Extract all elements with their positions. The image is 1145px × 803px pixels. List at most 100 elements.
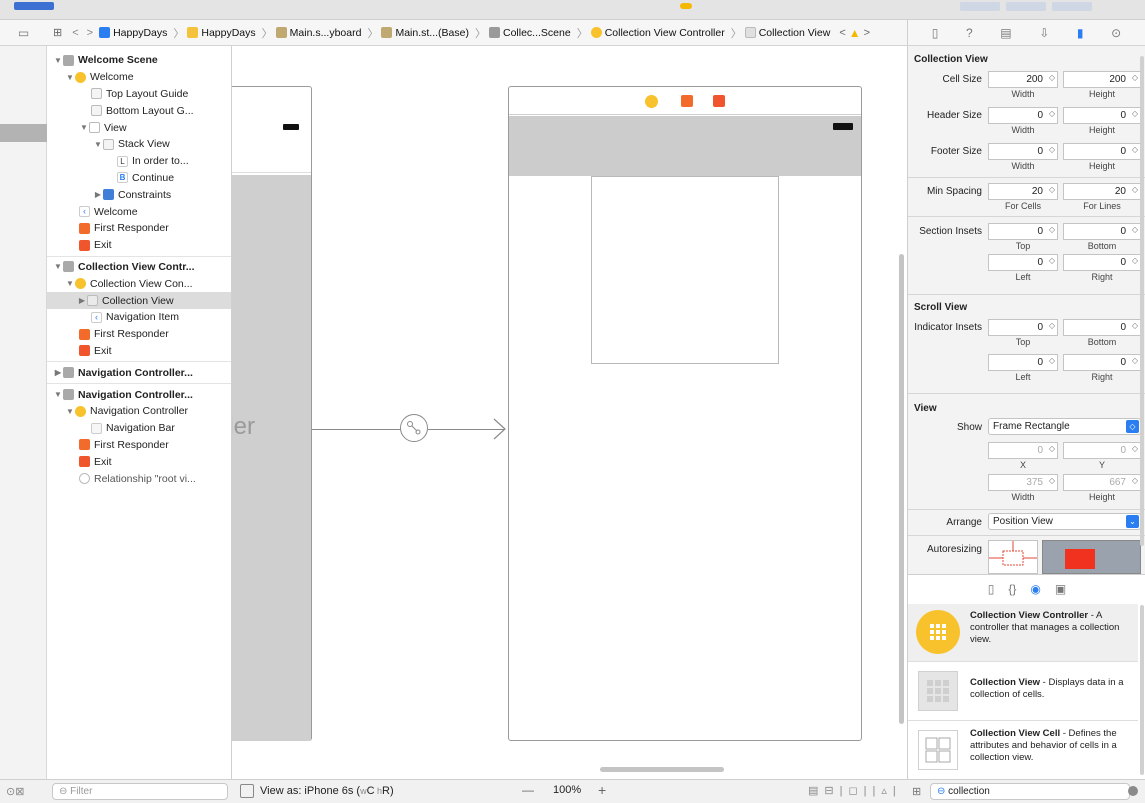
outline-item-view[interactable]: ▼ View [47,119,231,136]
crumb-folder[interactable]: HappyDays [187,27,256,39]
zoom-level[interactable]: 100% [553,784,581,796]
outline-scene-collection[interactable]: ▼ Collection View Contr... [47,259,231,276]
outline-item-nav-controller[interactable]: ▼ Navigation Controller [47,403,231,420]
frame-x-field[interactable]: 0 ◇ [988,442,1058,459]
warning-icon[interactable]: ▲ [849,26,861,40]
attributes-inspector[interactable]: Collection View Cell Size 200 ◇ 200 ◇ Widt… [907,46,1145,574]
forward-arrow-icon[interactable]: > [87,27,93,39]
clear-search-icon[interactable] [1128,786,1138,796]
outline-item-label[interactable]: L In order to... [47,153,231,170]
outline-item-first-responder[interactable]: First Responder [47,437,231,454]
indicator-inset-left-field[interactable]: 0 ◇ [988,354,1058,371]
autoresizing-mask-control[interactable] [988,540,1038,574]
identity-inspector-icon[interactable]: ▤ [1000,26,1011,40]
outline-scene-nav-1[interactable]: ▶ Navigation Controller... [47,364,231,381]
disclosure-open-icon[interactable]: ▼ [65,407,75,416]
crumb-scene[interactable]: Collec...Scene [488,27,571,39]
outline-item-welcome-vc[interactable]: ▼ Welcome [47,69,231,86]
object-library[interactable]: ▯ {} ◉ ▣ Collection View Controller - A … [907,574,1145,779]
toolbar-right-buttons[interactable] [960,2,1130,12]
header-width-field[interactable]: 0 ◇ [988,107,1058,124]
view-as-control[interactable]: View as: iPhone 6s (wC hR) [240,784,394,798]
frame-y-field[interactable]: 0 ◇ [1063,442,1141,459]
section-inset-top-field[interactable]: 0 ◇ [988,223,1058,240]
spacing-cells-field[interactable]: 20 ◇ [988,183,1058,200]
library-grid-icon[interactable]: ⊞ [912,785,921,798]
outline-item-exit[interactable]: Exit [47,237,231,254]
help-inspector-icon[interactable]: ? [966,26,973,40]
outline-scene-nav-2[interactable]: ▼ Navigation Controller... [47,386,231,403]
outline-item-navigation-item[interactable]: ‹ Navigation Item [47,309,231,326]
library-scrollbar[interactable] [1140,605,1144,775]
library-item-collection-view-controller[interactable]: Collection View Controller - A controlle… [908,604,1138,662]
zoom-out-button[interactable]: — [522,783,534,797]
crumb-collection-view[interactable]: Collection View [744,27,830,39]
outline-item-nav-item[interactable]: ‹ Welcome [47,203,231,220]
file-inspector-icon[interactable]: ▯ [932,26,939,40]
outline-item-button[interactable]: B Continue [47,170,231,187]
show-select[interactable]: Frame Rectangle ◇ [988,418,1141,435]
document-outline[interactable]: ▼ Welcome Scene ▼ Welcome Top Layout Guide… [47,46,232,779]
section-inset-bottom-field[interactable]: 0 ◇ [1063,223,1141,240]
crumb-base[interactable]: Main.st...(Base) [381,27,469,39]
collection-view-cell[interactable] [591,176,779,364]
exit-icon[interactable] [713,95,725,107]
outline-item-collection-vc[interactable]: ▼ Collection View Con... [47,275,231,292]
spacing-lines-field[interactable]: 20 ◇ [1063,183,1141,200]
outline-item-first-responder[interactable]: First Responder [47,220,231,237]
indicator-inset-top-field[interactable]: 0 ◇ [988,319,1058,336]
outline-filter-input[interactable]: ⊖ Filter [52,783,228,800]
disclosure-open-icon[interactable]: ▼ [65,279,75,288]
inspector-scrollbar[interactable] [1140,56,1144,546]
disclosure-open-icon[interactable]: ▼ [53,262,63,271]
arrange-select[interactable]: Position View ⌄ [988,513,1141,530]
outline-item-top-guide[interactable]: Top Layout Guide [47,86,231,103]
navigation-bar[interactable] [509,116,861,176]
disclosure-closed-icon[interactable]: ▶ [53,368,63,377]
outline-item-relationship[interactable]: Relationship "root vi... [47,470,231,487]
indicator-inset-bottom-field[interactable]: 0 ◇ [1063,319,1141,336]
library-search-input[interactable]: ⊖ collection [930,783,1130,800]
library-item-collection-view[interactable]: Collection View - Displays data in a col… [908,663,1138,721]
outline-item-stack-view[interactable]: ▼ Stack View [47,136,231,153]
first-responder-icon[interactable] [681,95,693,107]
outline-item-collection-view[interactable]: ▶ Collection View [47,292,231,309]
align-icon[interactable]: ⊟ [824,785,839,797]
embed-stack-icon[interactable]: ▤ [808,785,824,797]
frame-height-field[interactable]: 667 ◇ [1063,474,1141,491]
issue-back-icon[interactable]: < [839,27,845,39]
disclosure-open-icon[interactable]: ▼ [93,140,103,149]
storyboard-canvas[interactable]: ller [232,46,907,779]
outline-toggle-icon[interactable]: ⊙⊠ [6,785,24,798]
section-inset-left-field[interactable]: 0 ◇ [988,254,1058,271]
resolve-issues-icon[interactable]: |▵| [872,785,901,797]
pin-icon[interactable]: |◻| [840,785,873,797]
disclosure-closed-icon[interactable]: ▶ [77,296,87,305]
footer-width-field[interactable]: 0 ◇ [988,143,1058,160]
attributes-inspector-icon[interactable]: ⇩ [1039,26,1049,40]
outline-item-nav-bar[interactable]: Navigation Bar [47,420,231,437]
cell-height-field[interactable]: 200 ◇ [1063,71,1141,88]
code-snippet-icon[interactable]: {} [1008,582,1016,596]
size-inspector-icon[interactable]: ▮ [1077,26,1084,40]
disclosure-open-icon[interactable]: ▼ [53,56,63,65]
horizontal-scrollbar[interactable] [600,767,724,772]
issue-forward-icon[interactable]: > [864,27,870,39]
navigation-controller-scene[interactable]: ller [232,86,312,741]
footer-height-field[interactable]: 0 ◇ [1063,143,1141,160]
outline-item-exit[interactable]: Exit [47,453,231,470]
connections-inspector-icon[interactable]: ⊙ [1111,26,1121,40]
comment-icon[interactable]: ▭ [0,26,47,40]
relationship-segue-icon[interactable] [400,414,428,442]
vertical-scrollbar[interactable] [899,254,904,724]
frame-width-field[interactable]: 375 ◇ [988,474,1058,491]
crumb-project[interactable]: HappyDays [99,27,167,39]
back-arrow-icon[interactable]: < [72,27,78,39]
header-height-field[interactable]: 0 ◇ [1063,107,1141,124]
grid-icon[interactable]: ⊞ [53,26,62,39]
outline-item-constraints[interactable]: ▶ Constraints [47,186,231,203]
section-inset-right-field[interactable]: 0 ◇ [1063,254,1141,271]
crumb-storyboard[interactable]: Main.s...yboard [275,27,361,39]
disclosure-open-icon[interactable]: ▼ [79,123,89,132]
outline-item-bottom-guide[interactable]: Bottom Layout G... [47,102,231,119]
